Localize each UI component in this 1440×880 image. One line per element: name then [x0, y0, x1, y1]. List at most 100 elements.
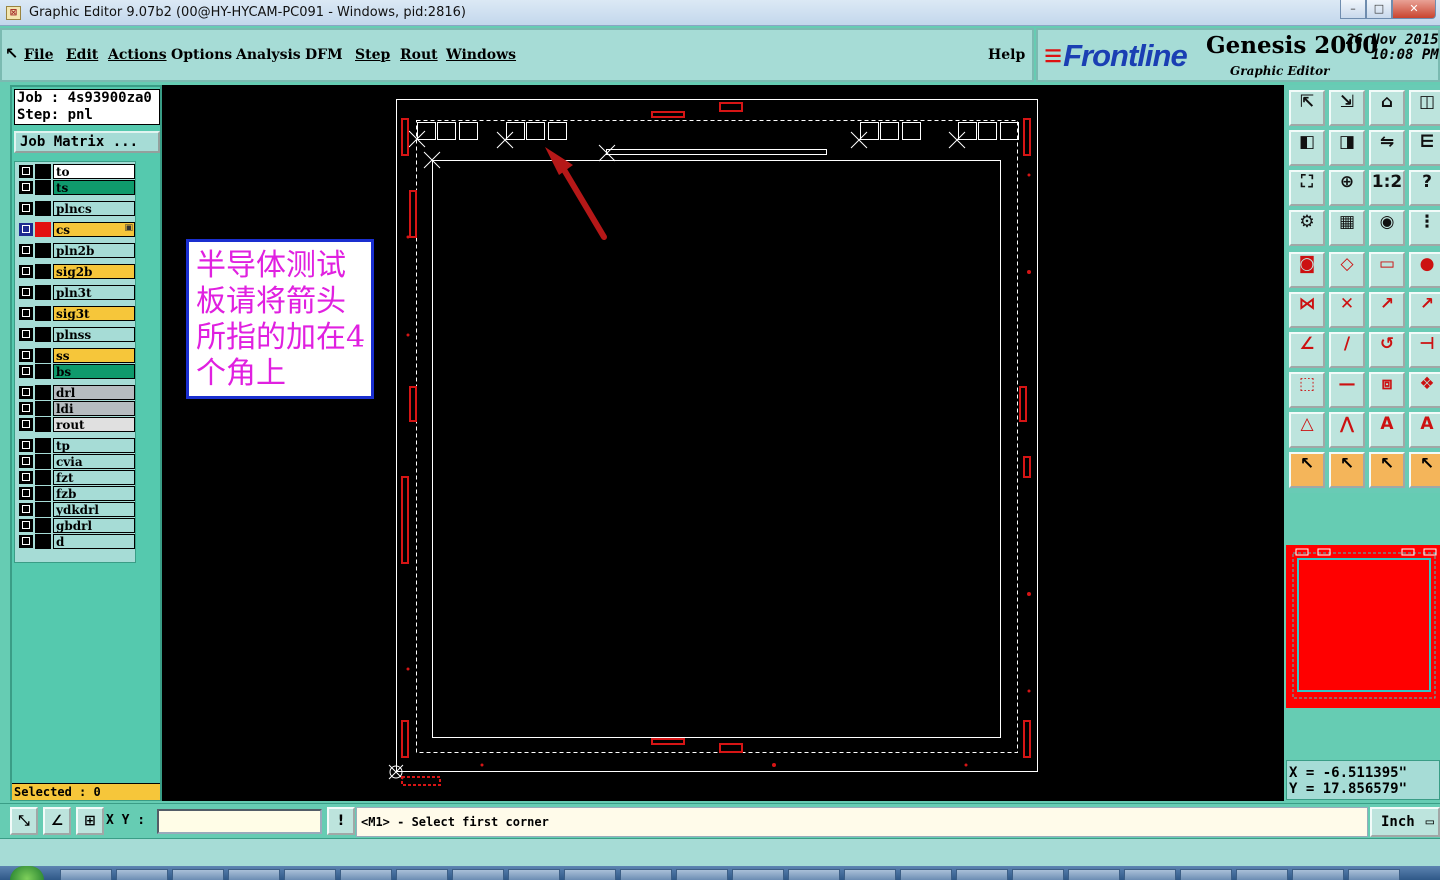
- layer-row-tp[interactable]: tp: [17, 438, 135, 453]
- layer-name[interactable]: cvia: [53, 454, 135, 469]
- settings-tool-button[interactable]: ⚙: [1289, 210, 1325, 246]
- route-tool-button[interactable]: ↗: [1409, 292, 1440, 328]
- layer-checkbox[interactable]: [19, 244, 33, 257]
- pad-tool-button[interactable]: ◙: [1289, 252, 1325, 288]
- angle-snap-icon[interactable]: ∠: [43, 807, 71, 835]
- layer-name[interactable]: ss: [53, 348, 135, 363]
- center-tool-button[interactable]: ⊕: [1329, 170, 1365, 206]
- fit-tool-button[interactable]: ⛶: [1289, 170, 1325, 206]
- angle-tool-button[interactable]: ∠: [1289, 332, 1325, 368]
- taskbar-button[interactable]: [900, 869, 952, 880]
- taskbar-button[interactable]: [60, 869, 112, 880]
- layer-checkbox[interactable]: [19, 418, 33, 431]
- maximize-icon[interactable]: □: [1366, 0, 1392, 19]
- layer-name[interactable]: gbdrl: [53, 518, 135, 533]
- layer-checkbox[interactable]: [19, 503, 33, 516]
- layer-row-fzb[interactable]: fzb: [17, 486, 135, 501]
- menu-help[interactable]: Help: [988, 47, 1025, 63]
- taskbar-button[interactable]: [284, 869, 336, 880]
- menu-file[interactable]: File: [24, 47, 53, 63]
- layer-row-sig3t[interactable]: sig3t: [17, 306, 135, 321]
- taskbar-button[interactable]: [452, 869, 504, 880]
- menu-rout[interactable]: Rout: [400, 47, 438, 63]
- layer-row-cs[interactable]: cs ▣: [17, 222, 135, 237]
- layer-row-ldi[interactable]: ldi: [17, 401, 135, 416]
- layer-compare-tool-button[interactable]: ◉: [1369, 210, 1405, 246]
- xy-input[interactable]: [157, 809, 322, 834]
- layer-affected-swatch[interactable]: [35, 364, 51, 379]
- triangle-tool-button[interactable]: △: [1289, 412, 1325, 448]
- layer-row-rout[interactable]: rout: [17, 417, 135, 432]
- layer-checkbox[interactable]: [19, 487, 33, 500]
- layer-checkbox[interactable]: [19, 471, 33, 484]
- layer-affected-swatch[interactable]: [35, 264, 51, 279]
- cross-tool-button[interactable]: ✕: [1329, 292, 1365, 328]
- taskbar-button[interactable]: [228, 869, 280, 880]
- layer-affected-swatch[interactable]: [35, 417, 51, 432]
- layer-checkbox[interactable]: [19, 365, 33, 378]
- a2-tool-button[interactable]: A: [1409, 412, 1440, 448]
- layer-name[interactable]: fzt: [53, 470, 135, 485]
- taskbar-button[interactable]: [1068, 869, 1120, 880]
- layer-row-to[interactable]: to: [17, 164, 135, 179]
- pointer-tool-button[interactable]: ↖: [1289, 452, 1325, 488]
- menu-edit[interactable]: Edit: [66, 47, 98, 63]
- peak-tool-button[interactable]: ⋀: [1329, 412, 1365, 448]
- layer-checkbox[interactable]: [19, 307, 33, 320]
- layer-checkbox[interactable]: [19, 265, 33, 278]
- layer-affected-swatch[interactable]: [35, 201, 51, 216]
- taskbar-button[interactable]: [844, 869, 896, 880]
- connect-tool-button[interactable]: ↗: [1369, 292, 1405, 328]
- layer-affected-swatch[interactable]: [35, 243, 51, 258]
- menu-dfm[interactable]: DFM: [305, 47, 343, 63]
- layer-checkbox[interactable]: [19, 328, 33, 341]
- layer-row-ydkdrl[interactable]: ydkdrl: [17, 502, 135, 517]
- taskbar-button[interactable]: [172, 869, 224, 880]
- home-tool-button[interactable]: ⌂: [1369, 90, 1405, 126]
- layer-name[interactable]: bs: [53, 364, 135, 379]
- layer-row-bs[interactable]: bs: [17, 364, 135, 379]
- a-tool-button[interactable]: A: [1369, 412, 1405, 448]
- net-tool-button[interactable]: ⋈: [1289, 292, 1325, 328]
- alert-icon[interactable]: !: [327, 807, 355, 835]
- taskbar-button[interactable]: [732, 869, 784, 880]
- layer-row-drl[interactable]: drl: [17, 385, 135, 400]
- measure-tool-button[interactable]: ▭: [1369, 252, 1405, 288]
- close-icon[interactable]: ✕: [1392, 0, 1436, 19]
- layer-affected-swatch[interactable]: [35, 470, 51, 485]
- taskbar-button[interactable]: [788, 869, 840, 880]
- layer-name[interactable]: drl: [53, 385, 135, 400]
- layer-row-pln2b[interactable]: pln2b: [17, 243, 135, 258]
- layer-affected-swatch[interactable]: [35, 385, 51, 400]
- pointer-box-tool-button[interactable]: ↖: [1329, 452, 1365, 488]
- scale-tool-button[interactable]: 1:2: [1369, 170, 1405, 206]
- taskbar-button[interactable]: [1348, 869, 1400, 880]
- layer-affected-swatch[interactable]: [35, 486, 51, 501]
- layer-affected-swatch[interactable]: [35, 222, 51, 237]
- overview-preview[interactable]: [1286, 545, 1440, 708]
- layer-affected-swatch[interactable]: [35, 180, 51, 195]
- layer-checkbox[interactable]: [19, 439, 33, 452]
- zoom-in-tool-button[interactable]: ⇲: [1329, 90, 1365, 126]
- pointer-circle-tool-button[interactable]: ↖: [1369, 452, 1405, 488]
- split-view-tool-button[interactable]: ◫: [1409, 90, 1440, 126]
- layer-name[interactable]: plncs: [53, 201, 135, 216]
- taskbar-button[interactable]: [956, 869, 1008, 880]
- pointer-net-tool-button[interactable]: ↖: [1409, 452, 1440, 488]
- layer-row-gbdrl[interactable]: gbdrl: [17, 518, 135, 533]
- drill-tool-button[interactable]: ●: [1409, 252, 1440, 288]
- pan-left-tool-button[interactable]: ◧: [1289, 130, 1325, 166]
- layer-name[interactable]: plnss: [53, 327, 135, 342]
- layer-affected-swatch[interactable]: [35, 502, 51, 517]
- text-tool-button[interactable]: ⊣: [1409, 332, 1440, 368]
- group-tool-button[interactable]: ❖: [1409, 372, 1440, 408]
- layer-row-plncs[interactable]: plncs: [17, 201, 135, 216]
- layer-affected-swatch[interactable]: [35, 401, 51, 416]
- layer-affected-swatch[interactable]: [35, 454, 51, 469]
- layer-affected-swatch[interactable]: [35, 438, 51, 453]
- query-tool-button[interactable]: ?: [1409, 170, 1440, 206]
- layer-checkbox[interactable]: [19, 519, 33, 532]
- layer-row-fzt[interactable]: fzt: [17, 470, 135, 485]
- layer-name[interactable]: cs: [53, 222, 135, 237]
- taskbar-button[interactable]: [620, 869, 672, 880]
